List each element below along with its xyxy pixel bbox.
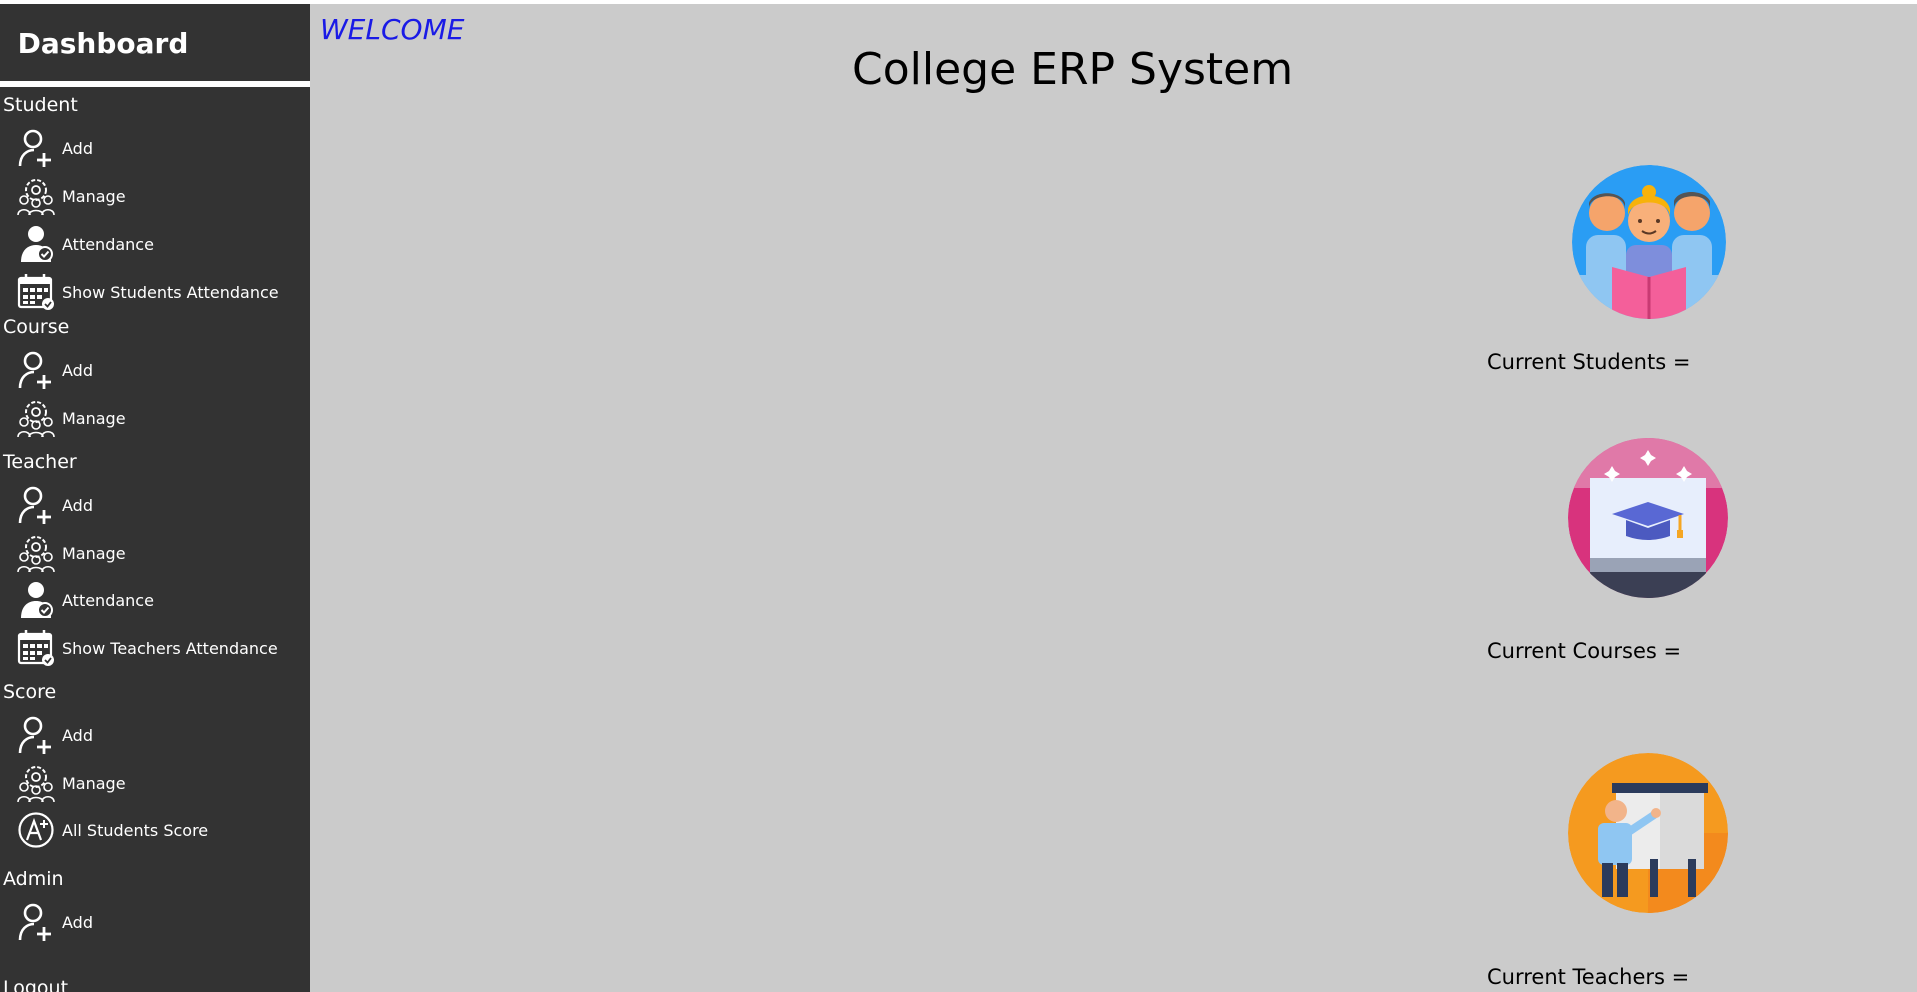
- show-students-attendance-label: Show Students Attendance: [62, 282, 279, 302]
- courses-illustration: [1568, 438, 1728, 598]
- section-teacher-label: Teacher: [3, 451, 77, 473]
- section-score-label: Score: [3, 681, 57, 703]
- welcome-text: WELCOME: [320, 13, 465, 46]
- show-teachers-attendance-label: Show Teachers Attendance: [62, 638, 278, 658]
- page-title: College ERP System: [852, 44, 1294, 95]
- teacher-manage-button[interactable]: Manage: [16, 532, 126, 574]
- sidebar: Dashboard Student Add Manage Attendance: [0, 4, 310, 992]
- teachers-illustration: [1568, 753, 1728, 913]
- current-students-label: Current Students =: [1487, 350, 1691, 374]
- score-add-button[interactable]: Add: [16, 714, 93, 756]
- manage-users-gear-icon: [16, 398, 56, 438]
- calendar-check-icon: [16, 628, 56, 668]
- teacher-add-label: Add: [62, 495, 93, 515]
- score-manage-label: Manage: [62, 773, 126, 793]
- all-students-score-label: All Students Score: [62, 820, 209, 840]
- course-add-button[interactable]: Add: [16, 349, 93, 391]
- teacher-attendance-label: Attendance: [62, 590, 154, 610]
- student-attendance-button[interactable]: Attendance: [16, 223, 154, 265]
- dashboard-label: Dashboard: [17, 26, 189, 60]
- students-illustration: [1572, 165, 1726, 319]
- course-manage-label: Manage: [62, 408, 126, 428]
- student-add-label: Add: [62, 138, 93, 158]
- current-courses-label: Current Courses =: [1487, 639, 1682, 663]
- user-check-icon: [16, 224, 56, 264]
- user-check-icon: [16, 580, 56, 620]
- section-admin-label: Admin: [3, 868, 64, 890]
- add-user-icon: [16, 902, 56, 942]
- course-manage-button[interactable]: Manage: [16, 397, 126, 439]
- manage-users-gear-icon: [16, 763, 56, 803]
- student-manage-button[interactable]: Manage: [16, 175, 126, 217]
- student-add-button[interactable]: Add: [16, 127, 93, 169]
- teacher-add-button[interactable]: Add: [16, 484, 93, 526]
- teacher-attendance-button[interactable]: Attendance: [16, 579, 154, 621]
- logout-link[interactable]: Logout: [3, 977, 68, 992]
- section-student-label: Student: [3, 94, 78, 116]
- manage-users-gear-icon: [16, 533, 56, 573]
- sidebar-divider: [0, 81, 310, 87]
- score-manage-button[interactable]: Manage: [16, 762, 126, 804]
- all-students-score-button[interactable]: All Students Score: [16, 809, 208, 851]
- calendar-check-icon: [16, 272, 56, 312]
- current-teachers-label: Current Teachers =: [1487, 965, 1690, 989]
- course-add-label: Add: [62, 360, 93, 380]
- student-manage-label: Manage: [62, 186, 126, 206]
- grade-a-plus-icon: [16, 810, 56, 850]
- sidebar-title: Dashboard: [0, 4, 310, 82]
- add-user-icon: [16, 715, 56, 755]
- manage-users-gear-icon: [16, 176, 56, 216]
- teacher-manage-label: Manage: [62, 543, 126, 563]
- show-teachers-attendance-button[interactable]: Show Teachers Attendance: [16, 627, 278, 669]
- admin-add-label: Add: [62, 912, 93, 932]
- score-add-label: Add: [62, 725, 93, 745]
- student-attendance-label: Attendance: [62, 234, 154, 254]
- section-course-label: Course: [3, 316, 70, 338]
- app-window: Dashboard Student Add Manage Attendance: [0, 4, 1917, 992]
- add-user-icon: [16, 128, 56, 168]
- show-students-attendance-button[interactable]: Show Students Attendance: [16, 271, 279, 313]
- add-user-icon: [16, 485, 56, 525]
- add-user-icon: [16, 350, 56, 390]
- admin-add-button[interactable]: Add: [16, 901, 93, 943]
